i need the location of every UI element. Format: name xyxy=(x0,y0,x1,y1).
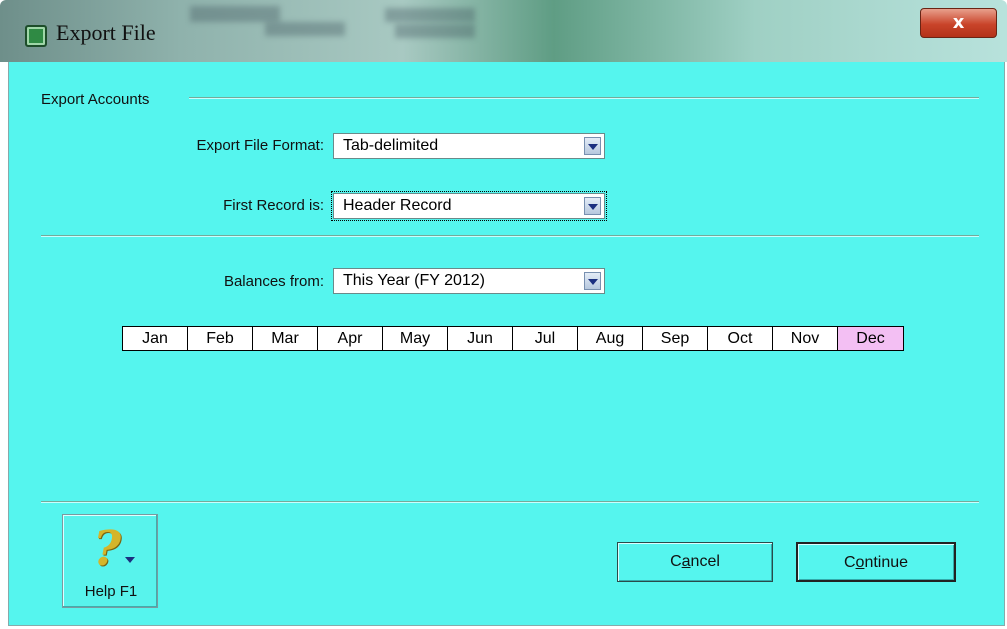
month-jul[interactable]: Jul xyxy=(513,327,578,350)
first-record-select[interactable]: Header Record xyxy=(331,191,607,221)
background-blur xyxy=(265,22,345,36)
first-record-value: Header Record xyxy=(343,197,452,214)
first-record-label: First Record is: xyxy=(223,197,324,214)
divider xyxy=(41,235,979,237)
background-blur xyxy=(190,6,280,22)
title-bar: Export File x xyxy=(0,0,1007,62)
balances-value: This Year (FY 2012) xyxy=(343,272,486,289)
continue-button[interactable]: Continue xyxy=(796,542,956,582)
month-jun[interactable]: Jun xyxy=(448,327,513,350)
continue-label-part: ntinue xyxy=(864,554,909,571)
month-apr[interactable]: Apr xyxy=(318,327,383,350)
balances-label: Balances from: xyxy=(223,273,324,290)
month-feb[interactable]: Feb xyxy=(188,327,253,350)
close-icon: x xyxy=(952,12,965,33)
chevron-down-icon[interactable] xyxy=(584,197,601,215)
chevron-down-icon xyxy=(125,557,135,563)
month-oct[interactable]: Oct xyxy=(708,327,773,350)
format-label: Export File Format: xyxy=(196,137,324,154)
format-value: Tab-delimited xyxy=(343,137,439,154)
cancel-accelerator: a xyxy=(681,553,691,570)
cancel-label-part: C xyxy=(670,553,682,570)
background-blur xyxy=(395,24,475,38)
app-icon xyxy=(25,25,47,47)
background-blur xyxy=(385,8,475,22)
month-selector: Jan Feb Mar Apr May Jun Jul Aug Sep Oct … xyxy=(122,326,904,351)
close-button[interactable]: x xyxy=(920,8,997,38)
month-jan[interactable]: Jan xyxy=(123,327,188,350)
month-aug[interactable]: Aug xyxy=(578,327,643,350)
chevron-down-icon[interactable] xyxy=(584,137,601,155)
cancel-button[interactable]: Cancel xyxy=(617,542,773,582)
continue-label-part: C xyxy=(843,554,856,571)
month-may[interactable]: May xyxy=(383,327,448,350)
month-dec[interactable]: Dec xyxy=(838,327,903,350)
help-label: Help F1 xyxy=(84,583,138,600)
section-title: Export Accounts xyxy=(41,91,150,108)
month-sep[interactable]: Sep xyxy=(643,327,708,350)
section-rule xyxy=(189,97,979,99)
export-dialog: Export Accounts Export File Format: Tab-… xyxy=(8,62,1005,626)
month-mar[interactable]: Mar xyxy=(253,327,318,350)
help-button[interactable]: ? Help F1 xyxy=(62,514,158,608)
cancel-label-part: ncel xyxy=(690,553,720,570)
question-mark-icon: ? xyxy=(93,521,122,577)
window-title: Export File xyxy=(56,20,156,45)
format-select[interactable]: Tab-delimited xyxy=(333,133,605,159)
chevron-down-icon[interactable] xyxy=(584,272,601,290)
month-nov[interactable]: Nov xyxy=(773,327,838,350)
divider xyxy=(41,501,979,503)
balances-select[interactable]: This Year (FY 2012) xyxy=(333,268,605,294)
